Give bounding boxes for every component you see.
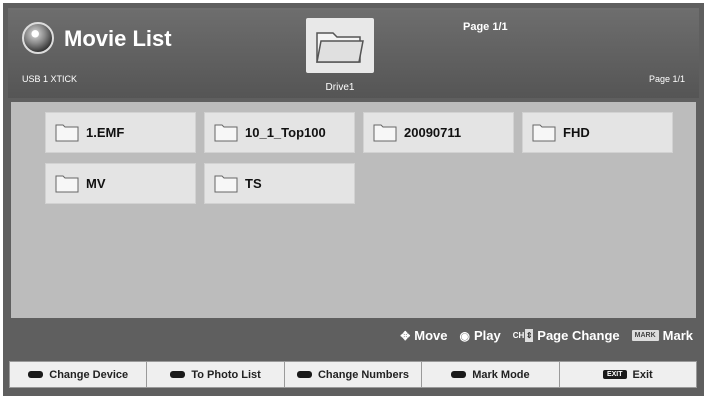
move-arrows-icon: ✥ [400,328,411,343]
folder-icon [55,124,79,142]
folder-name: TS [245,176,262,191]
header-bar: Movie List USB 1 XTICK Drive1 Page 1/1 P… [8,8,699,98]
green-key-icon [170,371,186,378]
ch-updown-icon: ⇕ [525,329,534,342]
folder-icon [316,32,364,63]
move-hint: ✥ Move [400,328,447,343]
mark-key-icon: MARK [631,330,659,341]
change-device-label: Change Device [49,368,129,381]
blue-key-icon [451,371,467,378]
mark-hint: MARK Mark [631,328,693,343]
play-hint: ◉ Play [459,328,500,343]
folder-item[interactable]: TS [204,163,355,204]
folder-name: 1.EMF [86,125,125,140]
folder-item[interactable]: MV [45,163,196,204]
folder-name: FHD [563,125,590,140]
disc-icon [22,22,54,54]
folder-icon [214,124,238,142]
to-photo-list-button[interactable]: To Photo List [147,362,285,387]
red-key-icon [28,371,44,378]
drive-label: Drive1 [325,82,355,93]
play-label: Play [473,328,501,343]
folder-name: 10_1_Top100 [245,125,326,140]
exit-key-icon: EXIT [602,370,627,379]
file-list-panel: 1.EMF 10_1_Top100 20090711 FHD MV TS [11,102,696,318]
page-change-label: Page Change [537,328,620,343]
yellow-key-icon [296,371,312,378]
ch-label: CH [512,331,525,340]
mark-mode-button[interactable]: Mark Mode [422,362,560,387]
exit-label: Exit [632,368,653,381]
folder-name: 20090711 [404,125,462,140]
drive-folder-button[interactable] [306,18,374,73]
bottom-button-bar: Change Device To Photo List Change Numbe… [9,361,697,388]
mark-mode-label: Mark Mode [472,368,530,381]
folder-icon [214,175,238,193]
exit-button[interactable]: EXIT Exit [560,362,696,387]
mark-label: Mark [662,328,693,343]
to-photo-list-label: To Photo List [191,368,261,381]
folder-icon [55,175,79,193]
change-numbers-button[interactable]: Change Numbers [285,362,423,387]
folder-icon [532,124,556,142]
change-numbers-label: Change Numbers [317,368,410,381]
folder-item[interactable]: 20090711 [363,112,514,153]
folder-item[interactable]: 10_1_Top100 [204,112,355,153]
folder-name: MV [86,176,106,191]
folder-item[interactable]: 1.EMF [45,112,196,153]
folder-item[interactable]: FHD [522,112,673,153]
page-title: Movie List [64,26,172,51]
page-indicator-top: Page 1/1 [463,21,508,33]
play-dot-icon: ◉ [459,328,470,343]
page-change-hint: CH ⇕ Page Change [513,328,620,343]
device-label: USB 1 XTICK [22,74,78,84]
page-indicator: Page 1/1 [648,74,685,84]
folder-icon [373,124,397,142]
change-device-button[interactable]: Change Device [10,362,148,387]
move-label: Move [414,328,448,343]
control-hints: ✥ Move ◉ Play CH ⇕ Page Change MARK Mark [388,328,693,343]
